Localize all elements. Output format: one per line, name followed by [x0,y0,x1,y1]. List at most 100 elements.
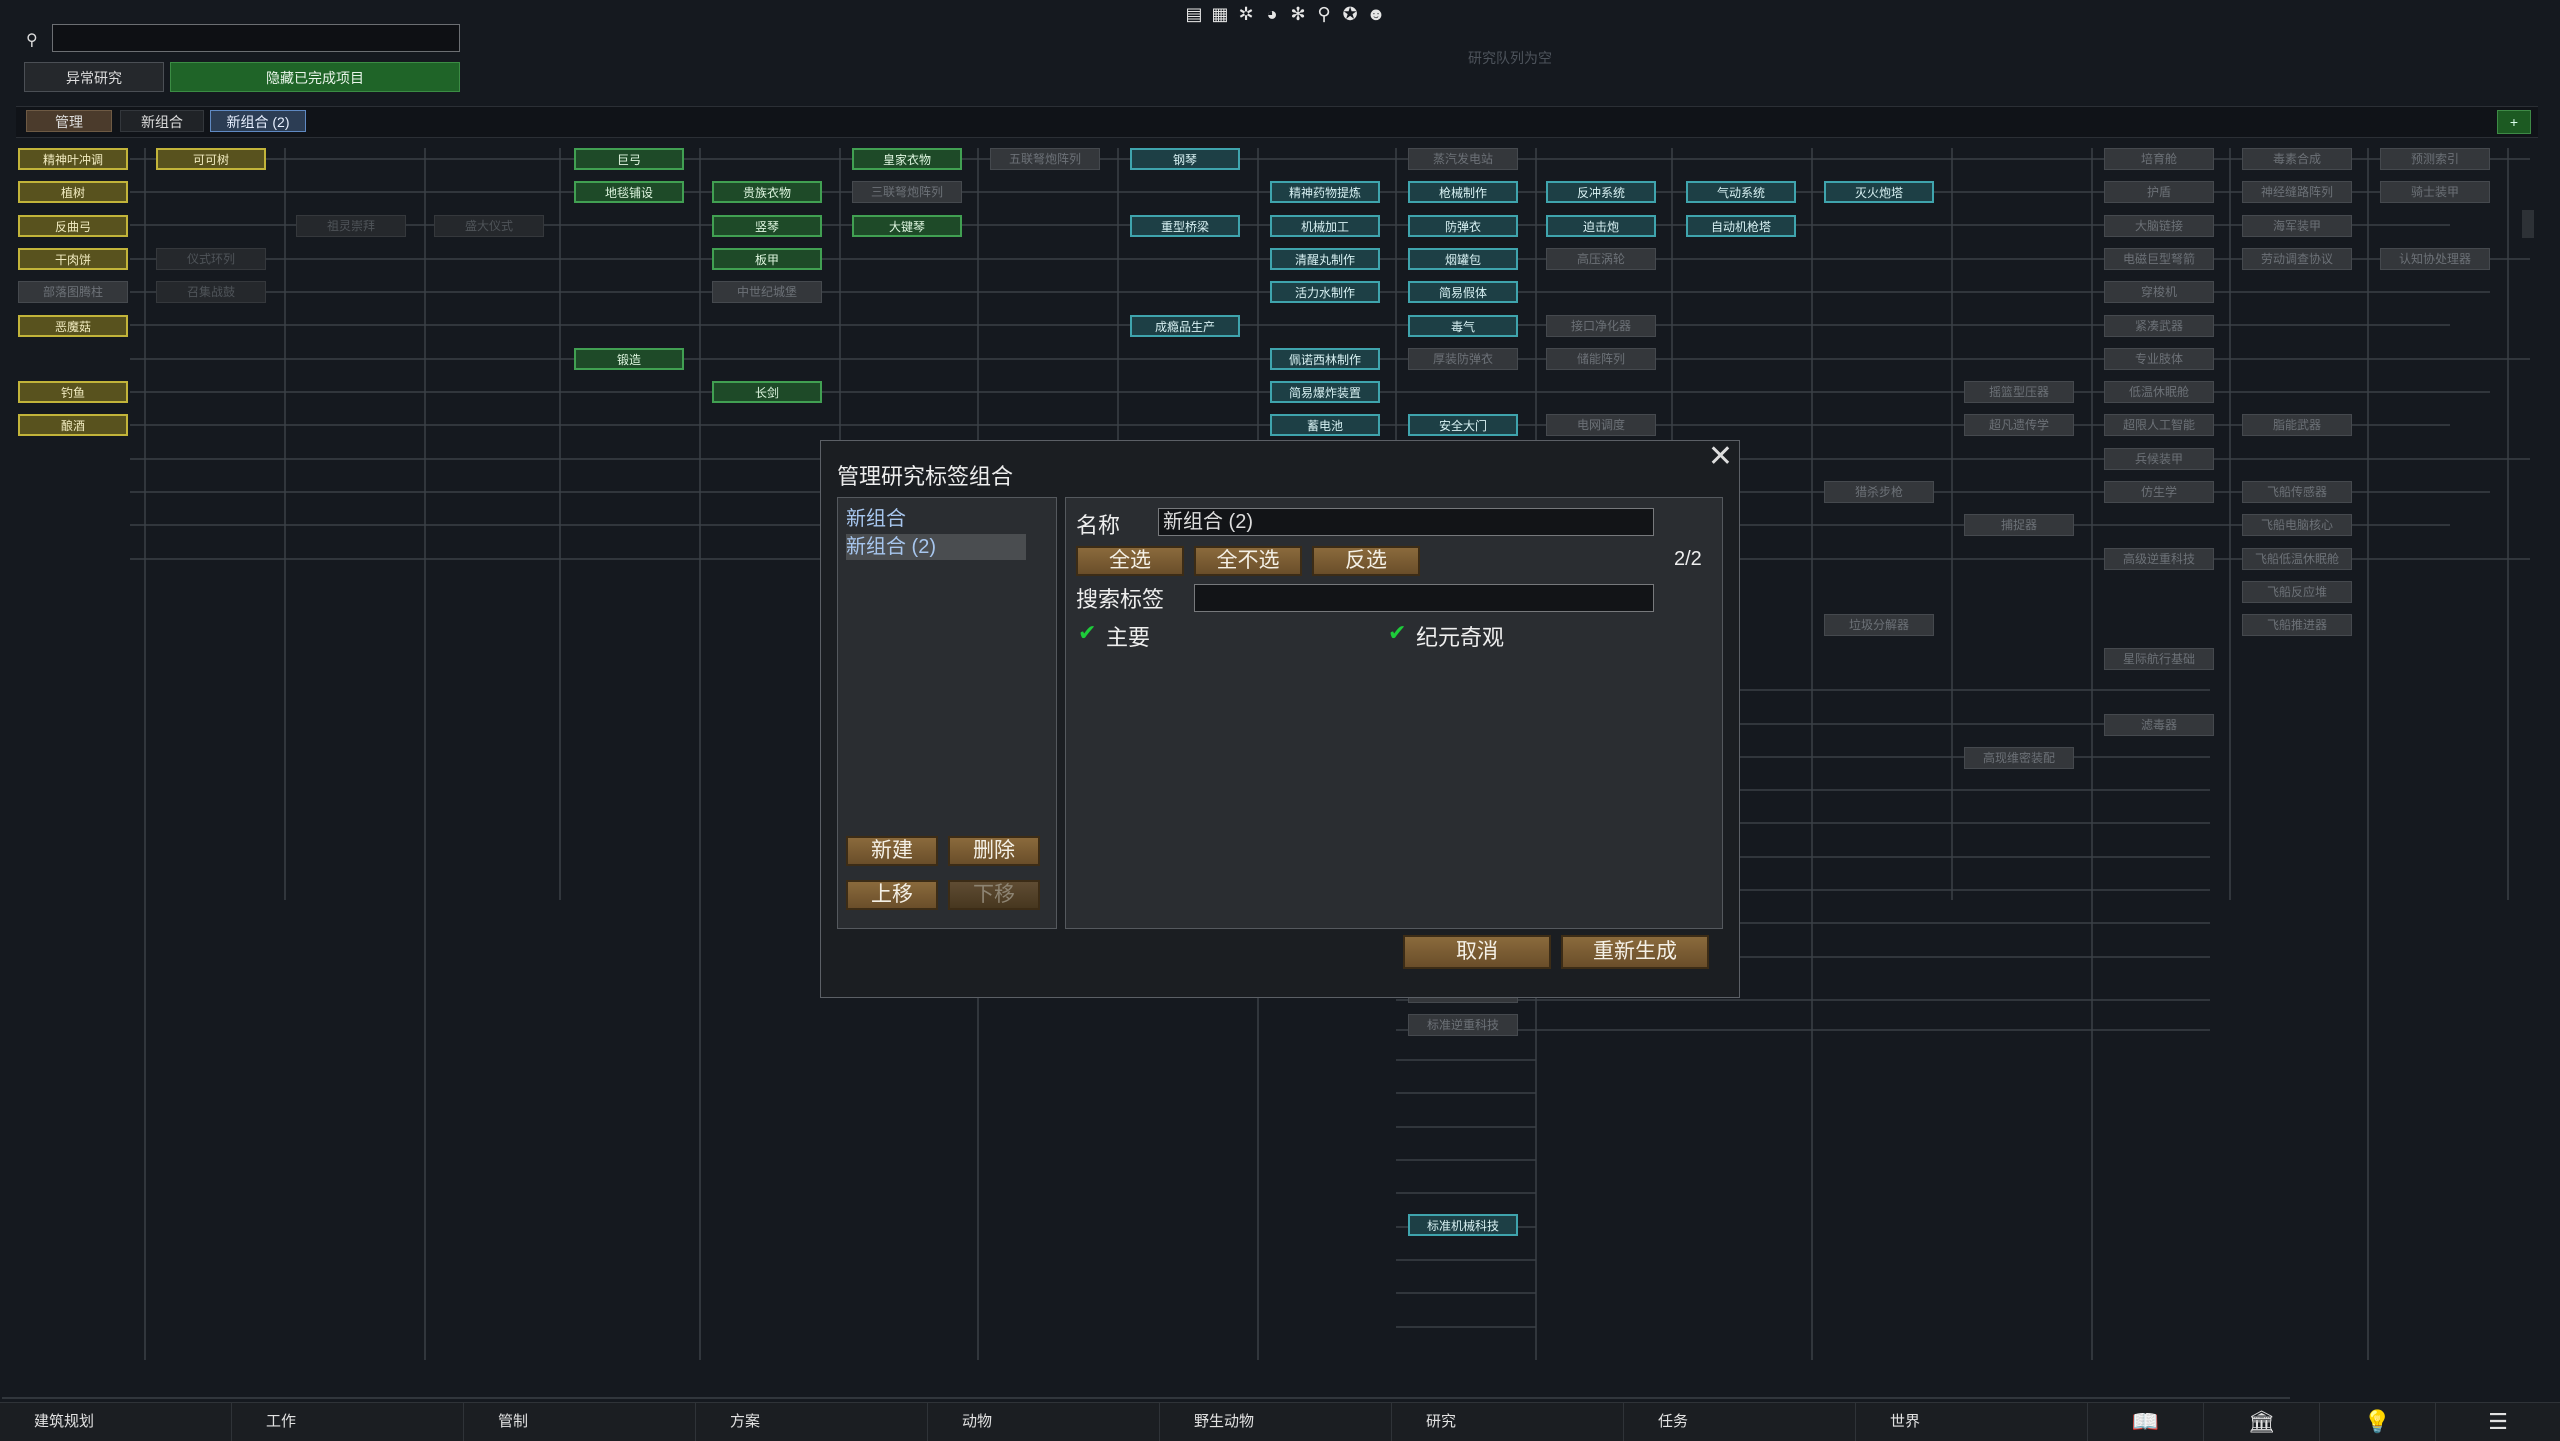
tech-node[interactable]: 防弹衣 [1408,214,1518,237]
select-all-button[interactable]: 全选 [1076,546,1184,576]
tech-node[interactable]: 中世纪城堡 [712,281,822,304]
tech-node[interactable]: 接口净化器 [1546,314,1656,337]
tech-node[interactable]: 酿酒 [18,414,128,437]
tab-work[interactable]: 工作 [232,1403,464,1441]
search-tags-input[interactable] [1194,584,1654,612]
move-down-button[interactable]: 下移 [948,880,1040,910]
tech-node[interactable]: 安全大门 [1408,414,1518,437]
tech-node[interactable]: 电磁巨型弩箭 [2104,247,2214,270]
tag-epoch-wonder-label[interactable]: 纪元奇观 [1416,620,1504,652]
new-combo-button[interactable]: 新建 [846,836,938,866]
tech-node[interactable]: 简易爆炸装置 [1270,381,1380,404]
gear-icon[interactable]: ✻ [1287,3,1309,25]
search-input[interactable] [52,24,460,52]
tech-node[interactable]: 精神叶冲调 [18,148,128,170]
tech-node[interactable]: 钓鱼 [18,381,128,404]
tech-node[interactable]: 蓄电池 [1270,414,1380,437]
tech-node[interactable]: 长剑 [712,381,822,404]
tech-node[interactable]: 电网调度 [1546,414,1656,437]
tech-node[interactable]: 穿梭机 [2104,281,2214,304]
name-field[interactable]: 新组合 (2) [1158,508,1654,536]
tech-node[interactable]: 专业肢体 [2104,347,2214,370]
tag-main-label[interactable]: 主要 [1106,620,1150,652]
tech-node[interactable]: 护盾 [2104,181,2214,204]
tech-node[interactable]: 海军装甲 [2242,214,2352,237]
hide-completed-button[interactable]: 隐藏已完成项目 [170,62,460,92]
tech-node[interactable]: 枪械制作 [1408,181,1518,204]
delete-combo-button[interactable]: 删除 [948,836,1040,866]
tech-node[interactable]: 迫击炮 [1546,214,1656,237]
tech-node[interactable]: 活力水制作 [1270,281,1380,304]
tab-quests[interactable]: 任务 [1624,1403,1856,1441]
tech-node[interactable]: 储能阵列 [1546,347,1656,370]
close-icon[interactable]: ✕ [1708,441,1733,473]
tab-architect[interactable]: 建筑规划 [0,1403,232,1441]
tech-node[interactable]: 飞船推进器 [2242,614,2352,637]
tech-node[interactable]: 五联弩炮阵列 [990,148,1100,170]
check-icon[interactable]: ✔ [1078,620,1096,646]
book-icon[interactable]: 📖 [2088,1403,2204,1441]
tree-scrollbar[interactable] [2522,210,2534,238]
tech-node[interactable]: 高级逆重科技 [2104,547,2214,570]
tech-node[interactable]: 可可树 [156,148,266,170]
tech-node[interactable]: 摇篮型压器 [1964,381,2074,404]
tech-node[interactable]: 标准机械科技 [1408,1213,1518,1236]
magnifier-icon[interactable]: ⚲ [1313,3,1335,25]
tech-node[interactable]: 兵候装甲 [2104,447,2214,470]
tech-node[interactable]: 板甲 [712,247,822,270]
tech-node[interactable]: 猎杀步枪 [1824,481,1934,503]
tech-node[interactable]: 仪式环列 [156,247,266,270]
tech-node[interactable]: 气动系统 [1686,181,1796,204]
tech-node[interactable]: 简易假体 [1408,281,1518,304]
tech-node[interactable]: 干肉饼 [18,247,128,270]
tech-node[interactable]: 星际航行基础 [2104,647,2214,670]
tech-node[interactable]: 蒸汽发电站 [1408,148,1518,170]
mask-icon[interactable]: ☻ [1365,3,1387,25]
gear-chain-icon[interactable]: ✲ [1235,3,1257,25]
tech-node[interactable]: 竖琴 [712,214,822,237]
tech-node[interactable]: 机械加工 [1270,214,1380,237]
tab-combo-1[interactable]: 新组合 [120,110,204,132]
tech-node[interactable]: 恶魔菇 [18,314,128,337]
tech-node[interactable]: 劳动调查协议 [2242,247,2352,270]
tech-node[interactable]: 预测索引 [2380,148,2490,170]
tech-node[interactable]: 锻造 [574,347,684,370]
tech-node[interactable]: 标准逆重科技 [1408,1013,1518,1036]
tech-node[interactable]: 仿生学 [2104,481,2214,503]
tech-node[interactable]: 召集战鼓 [156,281,266,304]
tech-node[interactable]: 盛大仪式 [434,214,544,237]
tech-node[interactable]: 捕捉器 [1964,514,2074,537]
tech-node[interactable]: 灭火炮塔 [1824,181,1934,204]
tech-node[interactable]: 地毯铺设 [574,181,684,204]
tab-manage[interactable]: 管理 [26,110,112,132]
tech-node[interactable]: 脂能武器 [2242,414,2352,437]
tech-node[interactable]: 骑士装甲 [2380,181,2490,204]
tech-node[interactable]: 重型桥梁 [1130,214,1240,237]
tech-node[interactable]: 认知协处理器 [2380,247,2490,270]
palette-icon[interactable]: ✪ [1339,3,1361,25]
tech-node[interactable]: 植树 [18,181,128,204]
tech-node[interactable]: 祖灵崇拜 [296,214,406,237]
tech-node[interactable]: 飞船传感器 [2242,481,2352,503]
tab-wildlife[interactable]: 野生动物 [1160,1403,1392,1441]
tech-node[interactable]: 飞船电脑核心 [2242,514,2352,537]
tech-node[interactable]: 自动机枪塔 [1686,214,1796,237]
tech-node[interactable]: 大键琴 [852,214,962,237]
tech-node[interactable]: 超凡遗传学 [1964,414,2074,437]
tech-node[interactable]: 高压涡轮 [1546,247,1656,270]
tech-node[interactable]: 三联弩炮阵列 [852,181,962,204]
tech-node[interactable]: 反冲系统 [1546,181,1656,204]
tech-node[interactable]: 贵族衣物 [712,181,822,204]
regenerate-button[interactable]: 重新生成 [1561,935,1709,969]
tech-node[interactable]: 大脑链接 [2104,214,2214,237]
tech-node[interactable]: 成瘾品生产 [1130,314,1240,337]
tech-node[interactable]: 神经缝路阵列 [2242,181,2352,204]
tech-node[interactable]: 钢琴 [1130,148,1240,170]
tech-node[interactable]: 高现维密装配 [1964,747,2074,770]
menu-list-icon[interactable]: ☰ [2436,1403,2560,1441]
tech-node[interactable]: 巨弓 [574,148,684,170]
move-up-button[interactable]: 上移 [846,880,938,910]
invert-selection-button[interactable]: 反选 [1312,546,1420,576]
tech-node[interactable]: 皇家衣物 [852,148,962,170]
tech-node[interactable]: 超限人工智能 [2104,414,2214,437]
